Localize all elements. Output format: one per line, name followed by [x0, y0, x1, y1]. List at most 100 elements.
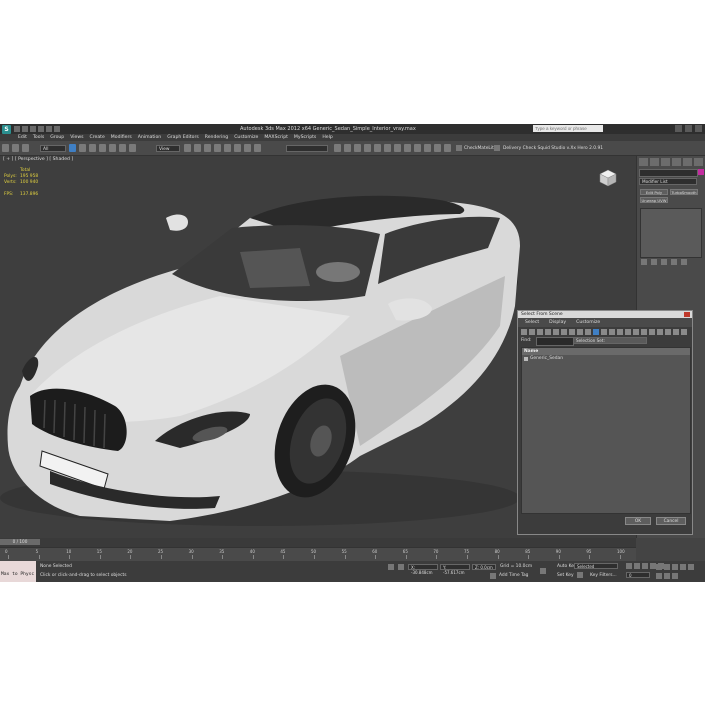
menu-tools[interactable]: Tools: [33, 134, 44, 141]
configure-sets-icon[interactable]: [681, 259, 687, 265]
rotate-icon[interactable]: [119, 144, 126, 152]
list-options-icon[interactable]: [681, 329, 687, 335]
pin-stack-icon[interactable]: [641, 259, 647, 265]
save-file-icon[interactable]: [30, 126, 36, 132]
object-name-field[interactable]: [639, 169, 698, 177]
named-selection-dropdown[interactable]: [286, 145, 328, 152]
pan-icon[interactable]: [656, 573, 662, 579]
scale-icon[interactable]: [129, 144, 136, 152]
y-coordinate-field[interactable]: Y: -57.617cm: [440, 564, 470, 575]
close-icon[interactable]: [695, 125, 702, 132]
select-invert-icon[interactable]: [665, 329, 671, 335]
selection-filter-dropdown[interactable]: All: [40, 145, 66, 152]
rendered-frame-icon[interactable]: [414, 144, 421, 152]
filter-shapes-icon[interactable]: [529, 329, 535, 335]
new-file-icon[interactable]: [14, 126, 20, 132]
filter-none-icon[interactable]: [601, 329, 607, 335]
region-select-icon[interactable]: [89, 144, 96, 152]
orbit-icon[interactable]: [664, 573, 670, 579]
maximize-viewport-icon[interactable]: [672, 573, 678, 579]
render-iterative-icon[interactable]: [434, 144, 441, 152]
set-key-button[interactable]: Set Key: [557, 573, 574, 578]
show-end-result-icon[interactable]: [651, 259, 657, 265]
modifier-stack[interactable]: [640, 208, 702, 258]
window-crossing-icon[interactable]: [99, 144, 106, 152]
display-children-icon[interactable]: [617, 329, 623, 335]
key-filters-button[interactable]: Key Filters...: [590, 573, 617, 578]
dialog-close-icon[interactable]: [684, 312, 690, 317]
current-frame-field[interactable]: 0: [626, 572, 650, 578]
plugin-checkmate-label[interactable]: CheckMateLite: [464, 146, 497, 151]
render-production-icon[interactable]: [424, 144, 431, 152]
select-object-icon[interactable]: [69, 144, 76, 152]
pivot-center-icon[interactable]: [184, 144, 191, 152]
open-file-icon[interactable]: [22, 126, 28, 132]
z-coordinate-field[interactable]: Z: 0.0cm: [472, 564, 496, 570]
modifier-list-dropdown[interactable]: Modifier List: [639, 178, 697, 185]
angle-snap-icon[interactable]: [224, 144, 231, 152]
project-folder-icon[interactable]: [54, 126, 60, 132]
layer-manager-icon[interactable]: [354, 144, 361, 152]
link-icon[interactable]: [2, 144, 9, 152]
material-editor-icon[interactable]: [394, 144, 401, 152]
keyboard-shortcut-icon[interactable]: [204, 144, 211, 152]
align-icon[interactable]: [344, 144, 351, 152]
edit-poly-button[interactable]: Edit Poly: [640, 189, 668, 195]
turbosmooth-button[interactable]: TurboSmooth: [670, 189, 698, 195]
graphite-toggle-icon[interactable]: [364, 144, 371, 152]
display-influences-icon[interactable]: [625, 329, 631, 335]
create-tab-icon[interactable]: [639, 158, 648, 166]
reference-coord-dropdown[interactable]: View: [156, 145, 180, 152]
spinner-snap-icon[interactable]: [244, 144, 251, 152]
menu-rendering[interactable]: Rendering: [205, 134, 228, 141]
select-manipulate-icon[interactable]: [194, 144, 201, 152]
render-setup-icon[interactable]: [404, 144, 411, 152]
absolute-mode-icon[interactable]: [398, 564, 404, 570]
menu-edit[interactable]: Edit: [18, 134, 27, 141]
menu-myscripts[interactable]: MyScripts: [294, 134, 316, 141]
filter-lights-icon[interactable]: [537, 329, 543, 335]
filter-all-icon[interactable]: [593, 329, 599, 335]
key-set-dropdown[interactable]: Selected: [574, 563, 618, 569]
app-logo-icon[interactable]: S: [2, 125, 11, 134]
lock-selection-icon[interactable]: [388, 564, 394, 570]
filter-geometry-icon[interactable]: [521, 329, 527, 335]
viewcube-icon[interactable]: [598, 168, 618, 188]
time-slider[interactable]: 0 / 100: [0, 538, 636, 547]
object-color-swatch[interactable]: [698, 169, 704, 175]
modify-tab-icon[interactable]: [650, 158, 659, 166]
filter-cameras-icon[interactable]: [545, 329, 551, 335]
time-slider-thumb[interactable]: 0 / 100: [0, 539, 40, 545]
x-coordinate-field[interactable]: X: -30.848cm: [408, 564, 438, 575]
filter-xrefs-icon[interactable]: [577, 329, 583, 335]
unwrap-uvw-button[interactable]: Unwrap UVW: [640, 197, 668, 203]
filter-bones-icon[interactable]: [585, 329, 591, 335]
zoom-icon[interactable]: [656, 564, 662, 570]
schematic-view-icon[interactable]: [384, 144, 391, 152]
field-of-view-icon[interactable]: [688, 564, 694, 570]
snaps-toggle-icon[interactable]: [214, 144, 221, 152]
cancel-button[interactable]: Cancel: [656, 517, 686, 525]
filter-helpers-icon[interactable]: [553, 329, 559, 335]
delivery-check-icon[interactable]: [494, 145, 500, 151]
utilities-tab-icon[interactable]: [694, 158, 703, 166]
menu-maxscript[interactable]: MAXScript: [264, 134, 288, 141]
menu-group[interactable]: Group: [50, 134, 64, 141]
play-icon[interactable]: [642, 563, 648, 569]
dialog-menu-customize[interactable]: Customize: [576, 318, 600, 327]
column-header-name[interactable]: Name: [522, 348, 690, 355]
make-unique-icon[interactable]: [661, 259, 667, 265]
menu-help[interactable]: Help: [322, 134, 332, 141]
time-tag-icon[interactable]: [490, 573, 496, 579]
motion-tab-icon[interactable]: [672, 158, 681, 166]
key-icon[interactable]: [540, 568, 546, 574]
zoom-extents-icon[interactable]: [672, 564, 678, 570]
set-key-icon[interactable]: [577, 572, 583, 578]
go-to-start-icon[interactable]: [626, 563, 632, 569]
menu-customize[interactable]: Customize: [234, 134, 258, 141]
select-all-icon[interactable]: [649, 329, 655, 335]
zoom-extents-all-icon[interactable]: [680, 564, 686, 570]
select-by-name-icon[interactable]: [79, 144, 86, 152]
curve-editor-icon[interactable]: [374, 144, 381, 152]
remove-modifier-icon[interactable]: [671, 259, 677, 265]
